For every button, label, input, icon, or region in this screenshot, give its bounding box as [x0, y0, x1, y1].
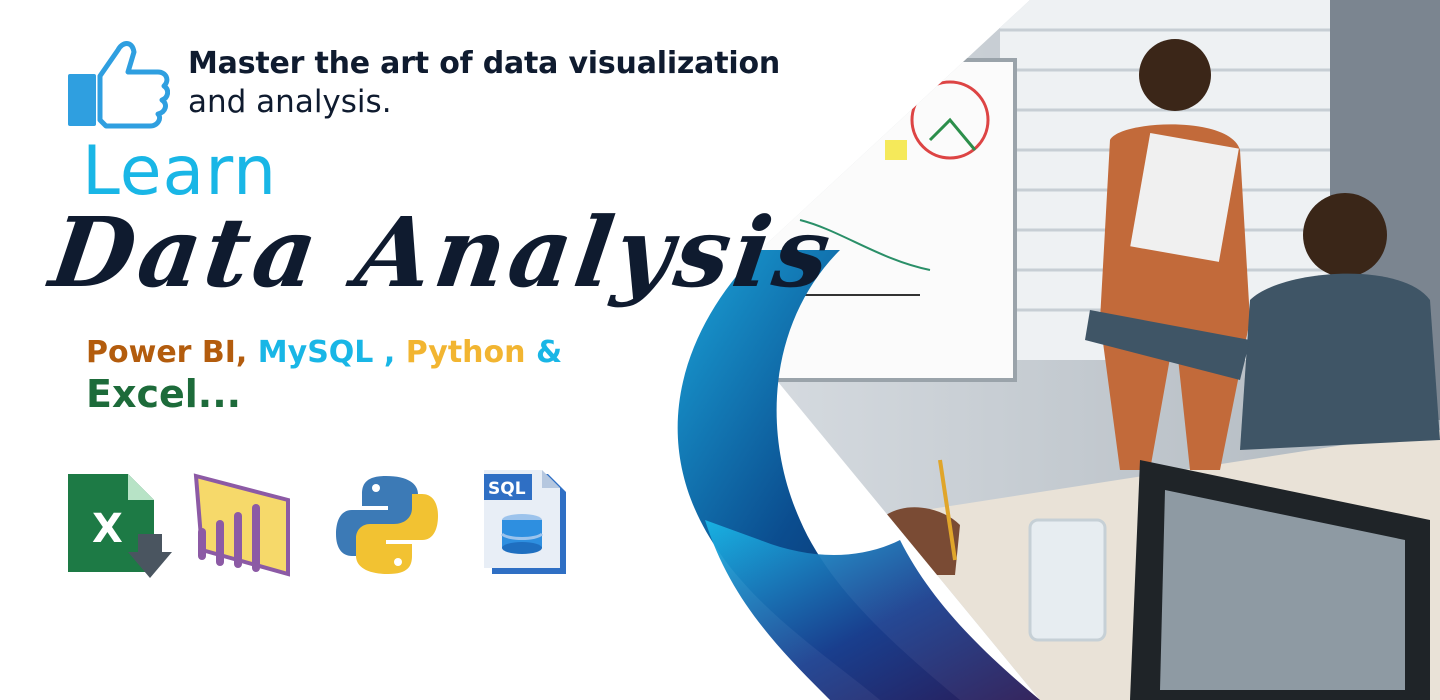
python-icon: [336, 476, 438, 574]
thumbs-up-icon: [68, 41, 170, 129]
power-bi-icon: [193, 473, 290, 577]
headline-line-2: and analysis.: [188, 84, 392, 120]
tool-power-bi: Power BI,: [86, 335, 248, 370]
tool-mysql: MySQL ,: [257, 335, 396, 370]
course-title: Data Analysis: [44, 196, 841, 309]
tool-ampersand: &: [535, 335, 563, 370]
headline-block: Master the art of data visualization and…: [60, 36, 820, 136]
svg-text:X: X: [92, 506, 123, 552]
tool-excel: Excel...: [86, 372, 242, 416]
tool-python: Python: [405, 335, 526, 370]
svg-text:yb: yb: [765, 310, 785, 329]
sql-icon: SQL: [484, 470, 566, 574]
tools-list: Power BI, MySQL , Python &: [86, 335, 562, 370]
excel-icon: X: [68, 474, 172, 578]
headline-line-1: Master the art of data visualization: [188, 46, 781, 81]
course-banner: yb Master the art of data visualization …: [0, 0, 1440, 700]
svg-text:SQL: SQL: [488, 479, 526, 499]
tool-icons-row: X SQL: [62, 470, 582, 590]
